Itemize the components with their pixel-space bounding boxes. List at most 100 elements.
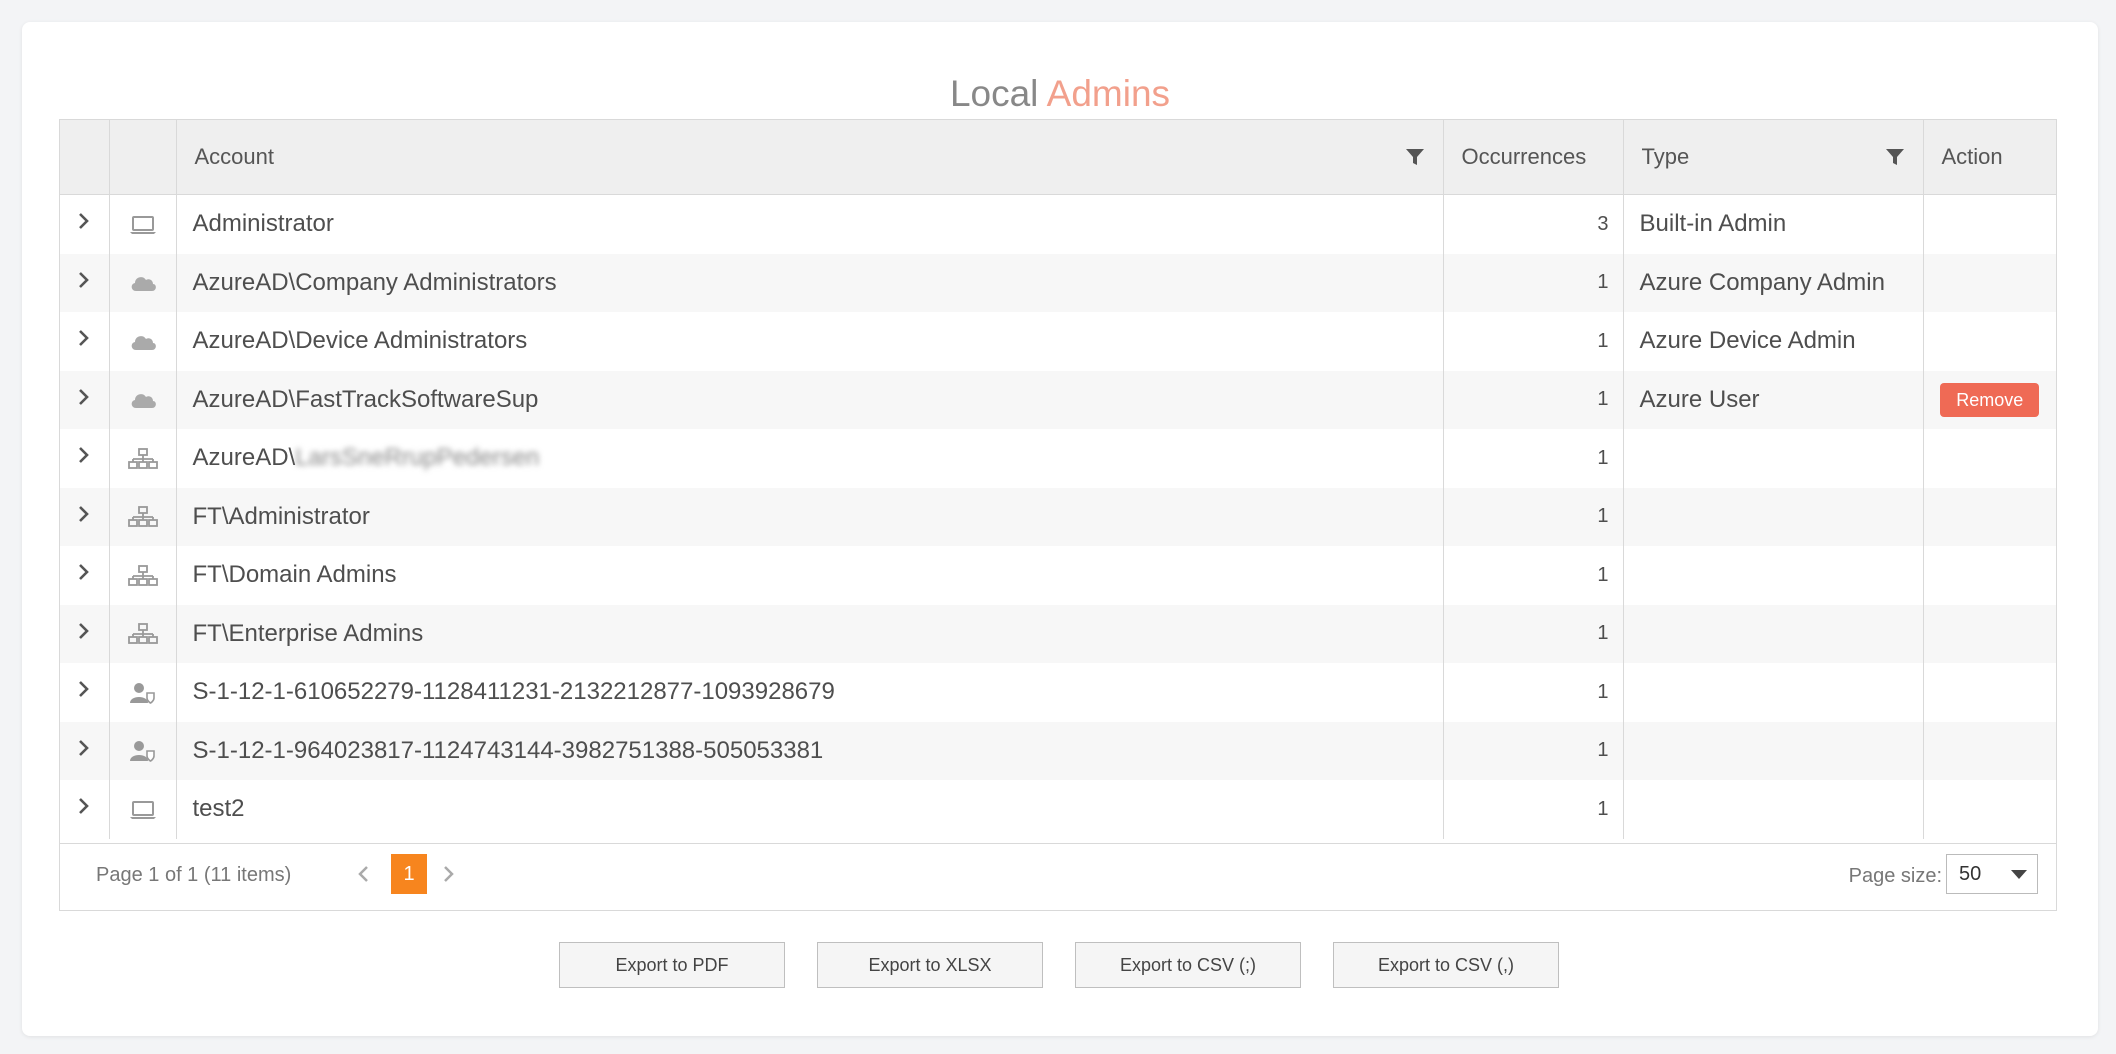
expand-cell[interactable] [60, 194, 110, 254]
account-name: FT\Enterprise Admins [192, 619, 424, 647]
account-name: AzureAD\FastTrackSoftwareSup [192, 385, 539, 413]
type-cell [1623, 721, 1924, 780]
account-type-icon-cell [109, 604, 177, 663]
expand-cell[interactable] [60, 487, 110, 546]
type-cell [1623, 487, 1924, 546]
header-action-label: Action [1941, 144, 2003, 169]
chevron-right-icon[interactable] [77, 796, 91, 816]
export-csv-semicolon-button[interactable]: Export to CSV (;) [1075, 942, 1301, 988]
action-cell [1923, 195, 2056, 254]
account-cell: FT\Enterprise Admins [176, 604, 1444, 663]
export-xlsx-button[interactable]: Export to XLSX [817, 942, 1043, 988]
expand-cell[interactable] [60, 312, 110, 371]
occurrences-cell: 1 [1443, 604, 1624, 663]
chevron-right-icon[interactable] [77, 211, 91, 231]
expand-cell[interactable] [60, 604, 110, 663]
user-shield-icon [127, 678, 159, 705]
account-name: AzureAD\Device Administrators [192, 327, 528, 355]
previous-page-icon[interactable] [356, 862, 372, 886]
occurrences-cell: 1 [1443, 370, 1624, 429]
chevron-right-icon[interactable] [77, 270, 91, 290]
expand-cell[interactable] [60, 546, 110, 605]
page-title: Local Admins [22, 70, 2098, 118]
table-row[interactable]: FT\Domain Admins 1 [60, 546, 2056, 605]
current-page-button[interactable]: 1 [391, 854, 427, 894]
occurrences-cell: 1 [1443, 312, 1624, 371]
occurrences-cell: 1 [1443, 721, 1624, 780]
expand-cell[interactable] [60, 429, 110, 488]
network-icon [127, 561, 159, 588]
table-row[interactable]: FT\Enterprise Admins 1 [60, 604, 2056, 663]
title-part-admins: Admins [1046, 73, 1171, 114]
header-expand [60, 120, 110, 195]
account-name: Administrator [192, 210, 334, 238]
table-row[interactable]: S-1-12-1-610652279-1128411231-2132212877… [60, 663, 2056, 722]
table-row[interactable]: AzureAD\LarsSneRrupPedersen 1 [60, 429, 2056, 488]
cloud-icon [127, 269, 159, 296]
laptop-icon [127, 210, 159, 237]
chevron-right-icon[interactable] [77, 562, 91, 582]
expand-cell[interactable] [60, 370, 110, 429]
chevron-right-icon[interactable] [77, 328, 91, 348]
chevron-right-icon[interactable] [77, 504, 91, 524]
chevron-right-icon[interactable] [77, 387, 91, 407]
account-type-icon-cell [109, 663, 177, 722]
expand-cell[interactable] [60, 721, 110, 780]
account-name: AzureAD\ [192, 444, 296, 472]
account-cell: Administrator [176, 194, 1444, 254]
action-cell [1923, 487, 2056, 546]
table-row[interactable]: Administrator 3 Built-in Admin [60, 194, 2056, 254]
table-row[interactable]: FT\Administrator 1 [60, 487, 2056, 546]
user-shield-icon [127, 737, 159, 764]
action-cell [1923, 546, 2056, 605]
header-account[interactable]: Account [176, 120, 1444, 195]
next-page-icon[interactable] [440, 862, 456, 886]
account-name: FT\Administrator [192, 502, 370, 530]
chevron-right-icon[interactable] [77, 738, 91, 758]
page-size-select[interactable]: 50 [1946, 854, 2038, 894]
cloud-icon [127, 386, 159, 413]
type-cell [1623, 429, 1924, 488]
remove-button[interactable]: Remove [1940, 382, 2040, 417]
header-occurrences[interactable]: Occurrences [1443, 120, 1624, 195]
table-row[interactable]: AzureAD\FastTrackSoftwareSup 1 Azure User R… [60, 370, 2056, 429]
type-cell: Azure User [1623, 370, 1924, 429]
laptop-icon [127, 795, 159, 822]
action-cell [1923, 429, 2056, 488]
action-cell [1923, 253, 2056, 312]
table-header-row: Account Occurrences Type Action [60, 120, 2056, 195]
type-filter-icon[interactable] [1885, 147, 1905, 167]
account-type-icon-cell [109, 429, 177, 488]
network-icon [127, 444, 159, 471]
action-cell [1923, 721, 2056, 780]
chevron-right-icon[interactable] [77, 445, 91, 465]
account-type-icon-cell [109, 546, 177, 605]
page-size-value: 50 [1959, 863, 1982, 885]
account-cell: AzureAD\LarsSneRrupPedersen [176, 429, 1444, 488]
expand-cell[interactable] [60, 780, 110, 839]
account-type-icon-cell [109, 487, 177, 546]
account-name: S-1-12-1-964023817-1124743144-3982751388… [192, 736, 824, 764]
table-row[interactable]: AzureAD\Company Administrators 1 Azure Com… [60, 253, 2056, 312]
account-type-icon-cell [109, 253, 177, 312]
table-row[interactable]: AzureAD\Device Administrators 1 Azure Devi… [60, 312, 2056, 371]
type-cell: Azure Company Admin [1623, 253, 1924, 312]
table-row[interactable]: test2 1 [60, 780, 2056, 839]
action-cell [1923, 780, 2056, 839]
chevron-right-icon[interactable] [77, 621, 91, 641]
table-row[interactable]: S-1-12-1-964023817-1124743144-3982751388… [60, 721, 2056, 780]
occurrences-cell: 3 [1443, 194, 1624, 254]
header-action: Action [1923, 120, 2056, 195]
expand-cell[interactable] [60, 253, 110, 312]
chevron-right-icon[interactable] [77, 679, 91, 699]
admins-grid: Account Occurrences Type Action Administ… [59, 119, 2057, 911]
occurrences-cell: 1 [1443, 780, 1624, 839]
expand-cell[interactable] [60, 663, 110, 722]
account-filter-icon[interactable] [1405, 147, 1425, 167]
account-name: S-1-12-1-610652279-1128411231-2132212877… [192, 678, 835, 706]
admins-table: Account Occurrences Type Action Administ… [60, 120, 2056, 839]
export-csv-comma-button[interactable]: Export to CSV (,) [1333, 942, 1559, 988]
export-pdf-button[interactable]: Export to PDF [559, 942, 785, 988]
action-cell [1923, 663, 2056, 722]
header-type[interactable]: Type [1623, 120, 1924, 195]
